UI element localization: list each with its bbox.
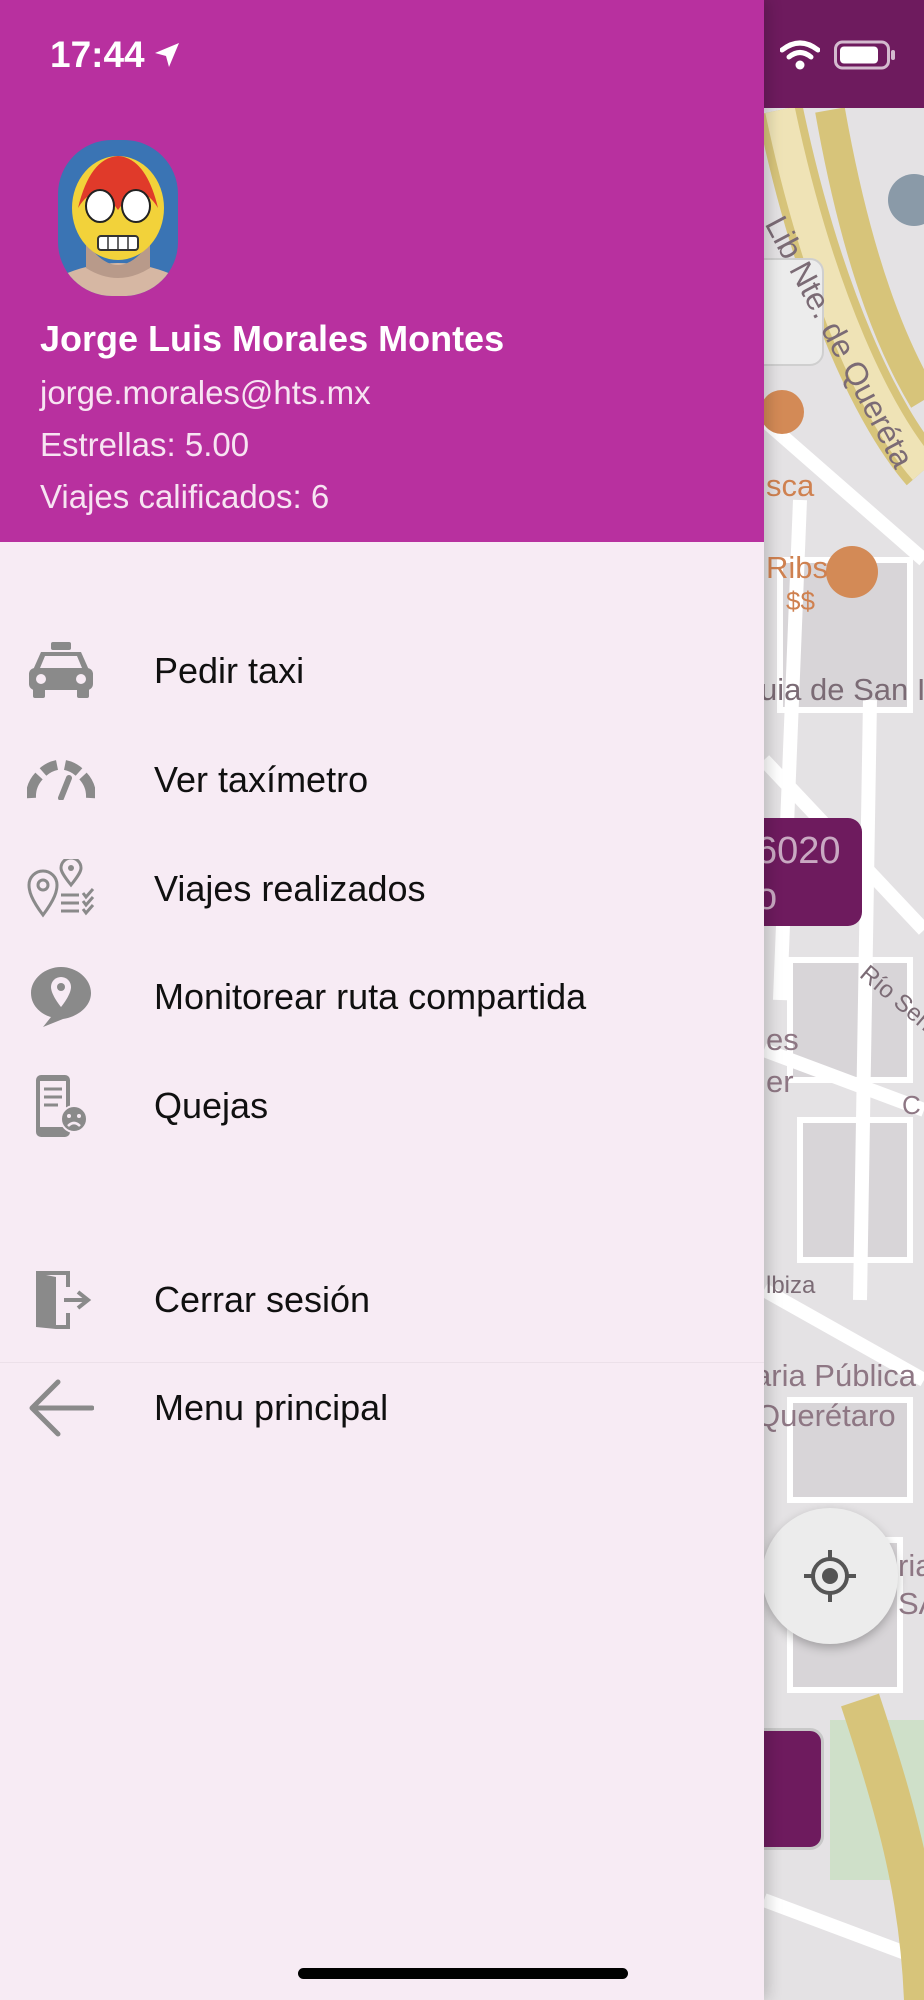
map-street-label: uia de San I: [760, 672, 924, 707]
status-time-text: 17:44: [50, 34, 145, 75]
drawer-header: 17:44 Jorge Luis Morales Montes jorge.mo…: [0, 0, 764, 542]
menu-item-viajes-realizados[interactable]: Viajes realizados: [0, 835, 764, 943]
menu-item-menu-principal[interactable]: Menu principal: [0, 1354, 764, 1462]
menu-label: Viajes realizados: [154, 868, 426, 909]
trips-history-icon: [26, 854, 96, 924]
menu-item-monitorear-ruta[interactable]: Monitorear ruta compartida: [0, 943, 764, 1051]
address-card-line: 6020: [756, 830, 841, 872]
shared-route-pin-icon: [26, 962, 96, 1032]
map-place-label: Ribs: [766, 550, 829, 585]
taximeter-gauge-icon: [26, 745, 96, 815]
map-place-label: Querétaro: [756, 1398, 896, 1433]
menu-label: Menu principal: [154, 1387, 389, 1428]
menu-label: Monitorear ruta compartida: [154, 976, 587, 1017]
map-price-label: $$: [786, 586, 815, 616]
address-card-line: o: [756, 876, 778, 918]
map-place-label: C: [902, 1090, 921, 1120]
navigation-drawer: 17:44 Jorge Luis Morales Montes jorge.mo…: [0, 0, 764, 2000]
wifi-icon: [780, 40, 820, 70]
taxi-icon: [26, 636, 96, 706]
menu-label: Ver taxímetro: [154, 759, 369, 800]
user-rated-trips: Viajes calificados: 6: [40, 478, 330, 515]
user-avatar-wrestler-mask[interactable]: [56, 138, 180, 298]
complaints-phone-icon: [26, 1071, 96, 1141]
map-street-label: lbiza: [766, 1272, 816, 1299]
menu-item-pedir-taxi[interactable]: Pedir taxi: [0, 617, 764, 725]
menu-item-ver-taximetro[interactable]: Ver taxímetro: [0, 726, 764, 834]
menu-item-quejas[interactable]: Quejas: [0, 1052, 764, 1160]
logout-door-icon: [26, 1265, 96, 1335]
menu-label: Pedir taxi: [154, 650, 305, 691]
status-bar-time: 17:44: [50, 34, 181, 76]
map-place-label: ria: [898, 1548, 924, 1583]
map-place-label: aria Pública: [754, 1358, 916, 1393]
menu-item-cerrar-sesion[interactable]: Cerrar sesión: [0, 1246, 764, 1354]
user-name: Jorge Luis Morales Montes: [40, 318, 505, 359]
user-stars: Estrellas: 5.00: [40, 426, 250, 463]
location-arrow-icon: [154, 43, 179, 67]
home-indicator[interactable]: [298, 1968, 628, 1979]
user-email: jorge.morales@hts.mx: [40, 374, 371, 411]
back-arrow-icon: [26, 1373, 96, 1443]
my-location-button[interactable]: [762, 1508, 898, 1644]
menu-label: Quejas: [154, 1085, 269, 1126]
map-place-label: sca: [766, 468, 815, 503]
crosshair-icon: [804, 1550, 856, 1602]
map-place-label: SA: [898, 1586, 924, 1621]
map-place-label: er: [766, 1064, 794, 1099]
menu-label: Cerrar sesión: [154, 1279, 371, 1320]
map-place-label: es: [766, 1022, 799, 1057]
battery-icon: [834, 40, 895, 70]
